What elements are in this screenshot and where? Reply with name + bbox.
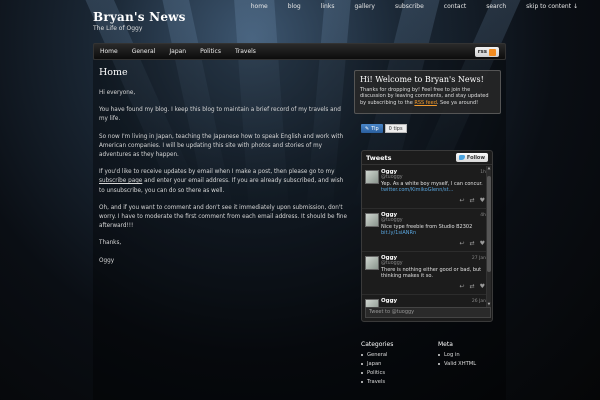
tweet-list[interactable]: Oggy @tuoggy Yep. As a white boy myself,… xyxy=(362,166,488,307)
meta-widget: Meta Log in Valid XHTML xyxy=(438,341,476,370)
meta-link-valid-xhtml[interactable]: Valid XHTML xyxy=(438,361,476,367)
tweet-body: Nice type freebie from Studio B2302 xyxy=(381,224,473,230)
tweet-item[interactable]: Oggy @tuoggy Nice type freebie from Stud… xyxy=(362,209,488,252)
tweet-item[interactable]: Oggy @tuoggy There is nothing either goo… xyxy=(362,252,488,295)
category-link-japan[interactable]: Japan xyxy=(361,361,393,367)
top-nav-subscribe[interactable]: subscribe xyxy=(385,3,434,10)
avatar[interactable] xyxy=(365,299,379,307)
tweet-time[interactable]: 27 Jan xyxy=(472,256,486,261)
avatar[interactable] xyxy=(365,213,379,227)
main-nav-japan[interactable]: Japan xyxy=(162,48,193,55)
tweet-actions: ↩ ⇄ ♥ xyxy=(460,197,485,204)
tip-widget: ✎ Tip 0 tips xyxy=(361,124,407,133)
post-paragraph-4: Oh, and if you want to comment and don't… xyxy=(99,204,348,230)
post-article: Home Hi everyone, You have found my blog… xyxy=(99,67,347,274)
tweet-text: Nice type freebie from Studio B2302 bit.l… xyxy=(381,224,485,236)
welcome-title: Hi! Welcome to Bryan's News! xyxy=(360,75,484,84)
tip-count: 0 tips xyxy=(384,124,407,133)
scroll-up-icon[interactable]: ▲ xyxy=(487,166,491,171)
welcome-text-post: . See ya around! xyxy=(436,99,479,106)
tweet-list-scrollbar[interactable]: ▲ ▼ xyxy=(486,166,491,307)
favorite-icon[interactable]: ♥ xyxy=(480,197,485,204)
rss-button[interactable]: rss xyxy=(474,47,499,57)
tweet-link[interactable]: bit.ly/1siANRn xyxy=(381,230,416,236)
main-nav-general[interactable]: General xyxy=(125,48,163,55)
tweet-input[interactable]: Tweet to @tuoggy xyxy=(365,307,491,318)
welcome-box: Hi! Welcome to Bryan's News! Thanks for … xyxy=(354,70,501,114)
site-branding: Bryan's News The Life of Oggy xyxy=(93,10,186,32)
category-link-travels[interactable]: Travels xyxy=(361,379,393,385)
subscribe-page-link[interactable]: subscribe page xyxy=(99,178,142,184)
tweet-author-name[interactable]: Oggy xyxy=(381,298,485,304)
tweet-link[interactable]: twitter.com/KimikoGlenn/st... xyxy=(381,187,453,193)
site-title[interactable]: Bryan's News xyxy=(93,10,186,24)
tip-icon: ✎ xyxy=(365,125,370,132)
twitter-timeline: Tweets Follow Oggy @tuoggy Yep. As a whi… xyxy=(361,150,493,322)
tweet-author-handle[interactable]: @tuoggy xyxy=(381,218,485,223)
retweet-icon[interactable]: ⇄ xyxy=(470,283,475,290)
avatar[interactable] xyxy=(365,170,379,184)
tweet-actions: ↩ ⇄ ♥ xyxy=(460,240,485,247)
post-paragraph-1: You have found my blog. I keep this blog… xyxy=(99,107,341,123)
meta-title: Meta xyxy=(438,341,453,348)
tip-label: Tip xyxy=(371,125,379,132)
top-navigation: home blog links gallery subscribe contac… xyxy=(241,3,588,10)
main-nav-home[interactable]: Home xyxy=(94,48,125,55)
site-tagline: The Life of Oggy xyxy=(93,25,143,32)
tweets-header: Tweets Follow xyxy=(362,151,492,165)
tweets-title: Tweets xyxy=(366,153,392,162)
top-nav-contact[interactable]: contact xyxy=(434,3,476,10)
reply-icon[interactable]: ↩ xyxy=(460,197,465,204)
tweet-time[interactable]: 26 Jan xyxy=(472,299,486,304)
post-greeting: Hi everyone, xyxy=(99,90,136,96)
post-paragraph-3: If you'd like to receive updates by emai… xyxy=(99,168,347,196)
tweet-author-handle[interactable]: @tuoggy xyxy=(381,175,485,180)
categories-title: Categories xyxy=(361,341,394,348)
main-navigation: Home General Japan Politics Travels rss xyxy=(93,43,506,60)
tweet-text: There is nothing either good or bad, but… xyxy=(381,267,482,280)
main-nav-travels[interactable]: Travels xyxy=(228,48,263,55)
retweet-icon[interactable]: ⇄ xyxy=(470,240,475,247)
top-nav-search[interactable]: search xyxy=(476,3,516,10)
category-link-politics[interactable]: Politics xyxy=(361,370,393,376)
twitter-bird-icon xyxy=(458,155,465,160)
tweet-body: Yep. As a white boy myself, I can concur… xyxy=(381,181,483,187)
rss-icon xyxy=(489,48,496,56)
rss-feed-link[interactable]: RSS feed xyxy=(414,100,437,106)
avatar[interactable] xyxy=(365,256,379,270)
post-signoff: Thanks, xyxy=(99,240,122,247)
follow-button[interactable]: Follow xyxy=(455,153,488,162)
post-paragraph-2: So now I'm living in Japan, teaching the… xyxy=(99,133,344,159)
favorite-icon[interactable]: ♥ xyxy=(480,240,485,247)
tweet-item[interactable]: Oggy @tuoggy Yep. As a white boy myself,… xyxy=(362,166,488,209)
post-signature: Oggy xyxy=(99,257,115,264)
tweet-actions: ↩ ⇄ ♥ xyxy=(460,283,485,290)
meta-link-login[interactable]: Log in xyxy=(438,352,476,358)
retweet-icon[interactable]: ⇄ xyxy=(470,197,475,204)
category-link-general[interactable]: General xyxy=(361,352,393,358)
tweet-item[interactable]: Oggy 26 Jan xyxy=(362,295,488,307)
reply-icon[interactable]: ↩ xyxy=(460,240,465,247)
follow-label: Follow xyxy=(466,154,485,161)
top-nav-links[interactable]: links xyxy=(311,3,345,10)
welcome-text: Thanks for dropping by! Feel free to joi… xyxy=(360,87,495,106)
tip-button[interactable]: ✎ Tip xyxy=(361,124,383,133)
categories-widget: Categories General Japan Politics Travel… xyxy=(361,341,393,388)
reply-icon[interactable]: ↩ xyxy=(460,283,465,290)
main-nav-politics[interactable]: Politics xyxy=(193,48,228,55)
tweet-text: Yep. As a white boy myself, I can concur… xyxy=(381,181,485,193)
tweet-author-handle[interactable]: @tuoggy xyxy=(381,261,485,266)
post-title: Home xyxy=(99,67,128,78)
post-p3-pre: If you'd like to receive updates by emai… xyxy=(99,169,335,176)
rss-label: rss xyxy=(477,49,487,55)
top-nav-home[interactable]: home xyxy=(241,3,278,10)
favorite-icon[interactable]: ♥ xyxy=(480,283,485,290)
top-nav-gallery[interactable]: gallery xyxy=(344,3,385,10)
top-nav-blog[interactable]: blog xyxy=(278,3,311,10)
scrollbar-thumb[interactable] xyxy=(487,176,491,272)
top-nav-skip-to-content[interactable]: skip to content ↓ xyxy=(516,3,588,10)
